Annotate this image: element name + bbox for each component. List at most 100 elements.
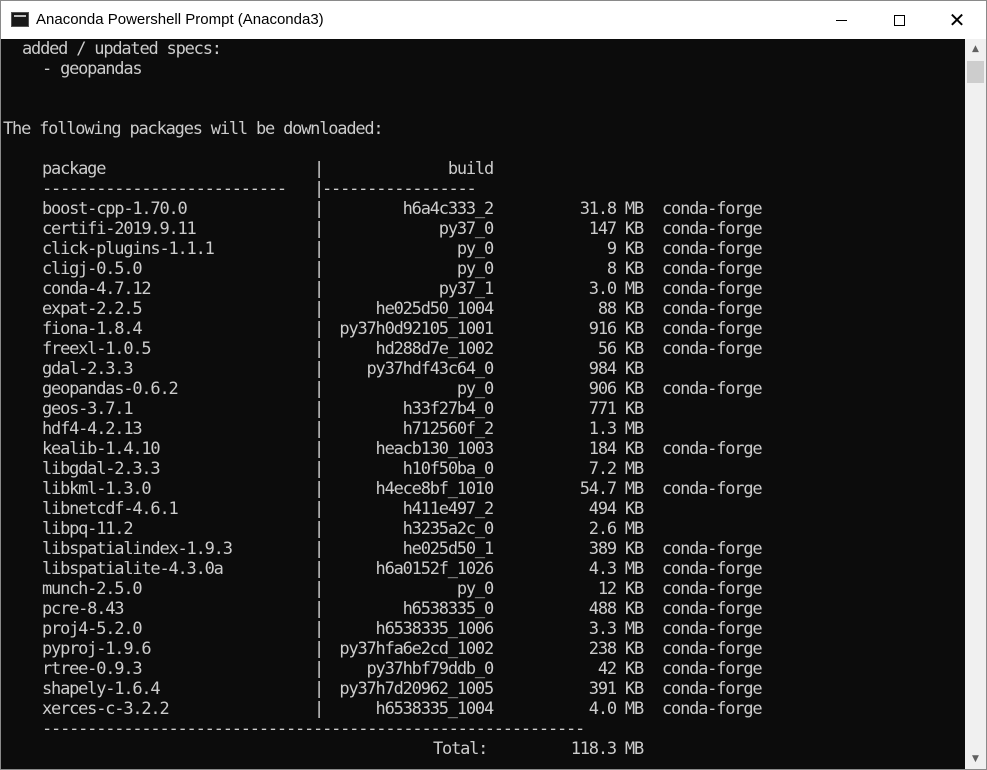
package-size: 9 KB: [606, 239, 644, 259]
column-header-package: package: [42, 159, 106, 179]
package-channel: conda-forge: [662, 219, 763, 239]
package-build: h6538335_1004: [375, 699, 495, 719]
package-name: pcre-8.43: [42, 599, 125, 619]
package-channel: conda-forge: [662, 699, 763, 719]
close-button[interactable]: ✕: [928, 1, 986, 39]
package-channel: conda-forge: [662, 299, 763, 319]
package-build: he025d50_1: [402, 539, 495, 559]
close-icon: ✕: [948, 8, 966, 32]
package-size: 1.3 MB: [588, 419, 644, 439]
chevron-down-icon: ▼: [972, 754, 979, 764]
package-build: h10f50ba_0: [402, 459, 495, 479]
package-name: xerces-c-3.2.2: [42, 699, 170, 719]
package-size: 7.2 MB: [588, 459, 644, 479]
minimize-button[interactable]: [812, 1, 870, 39]
package-size: 56 KB: [597, 339, 644, 359]
package-build: heacb130_1003: [375, 439, 495, 459]
package-channel: conda-forge: [662, 379, 763, 399]
package-size: 4.3 MB: [588, 559, 644, 579]
spec-item: - geopandas: [42, 59, 143, 79]
package-build: py_0: [456, 239, 494, 259]
package-name: rtree-0.9.3: [42, 659, 143, 679]
package-name: libspatialindex-1.9.3: [42, 539, 233, 559]
package-name: geos-3.7.1: [42, 399, 134, 419]
package-build: h6a0152f_1026: [375, 559, 495, 579]
package-build: py37hbf79ddb_0: [366, 659, 495, 679]
maximize-icon: [893, 14, 905, 26]
chevron-up-icon: ▲: [972, 44, 979, 54]
package-channel: conda-forge: [662, 199, 763, 219]
scroll-up-button[interactable]: ▲: [965, 39, 986, 59]
package-build: py37hfa6e2cd_1002: [339, 639, 494, 659]
package-channel: conda-forge: [662, 259, 763, 279]
package-build: py37_0: [438, 219, 494, 239]
package-channel: conda-forge: [662, 439, 763, 459]
package-channel: conda-forge: [662, 619, 763, 639]
header-rule-build: -----------------: [322, 179, 477, 199]
total-rule: ----------------------------------------…: [42, 719, 585, 739]
package-size: 4.0 MB: [588, 699, 644, 719]
download-header: The following packages will be downloade…: [3, 119, 384, 139]
package-size: 8 KB: [606, 259, 644, 279]
package-channel: conda-forge: [662, 679, 763, 699]
package-build: h6a4c333_2: [402, 199, 495, 219]
package-channel: conda-forge: [662, 579, 763, 599]
package-name: proj4-5.2.0: [42, 619, 143, 639]
package-name: hdf4-4.2.13: [42, 419, 143, 439]
vertical-scrollbar[interactable]: ▲ ▼: [965, 39, 986, 769]
console-window: Anaconda Powershell Prompt (Anaconda3) ✕…: [0, 0, 987, 770]
package-name: expat-2.2.5: [42, 299, 143, 319]
package-channel: conda-forge: [662, 479, 763, 499]
package-name: conda-4.7.12: [42, 279, 152, 299]
package-channel: conda-forge: [662, 239, 763, 259]
maximize-button[interactable]: [870, 1, 928, 39]
package-name: kealib-1.4.10: [42, 439, 161, 459]
package-name: pyproj-1.9.6: [42, 639, 152, 659]
package-name: libspatialite-4.3.0a: [42, 559, 224, 579]
console-output[interactable]: added / updated specs: - geopandas The f…: [1, 39, 965, 769]
package-build: h6538335_0: [402, 599, 495, 619]
package-name: libkml-1.3.0: [42, 479, 152, 499]
package-name: freexl-1.0.5: [42, 339, 152, 359]
package-size: 3.3 MB: [588, 619, 644, 639]
package-build: h712560f_2: [402, 419, 495, 439]
package-name: gdal-2.3.3: [42, 359, 134, 379]
package-build: h6538335_1006: [375, 619, 495, 639]
package-build: h411e497_2: [402, 499, 495, 519]
package-size: 12 KB: [597, 579, 644, 599]
package-build: py37hdf43c64_0: [366, 359, 495, 379]
header-rule-package: ---------------------------: [42, 179, 287, 199]
package-channel: conda-forge: [662, 559, 763, 579]
scroll-down-button[interactable]: ▼: [965, 749, 986, 769]
package-name: geopandas-0.6.2: [42, 379, 179, 399]
package-channel: conda-forge: [662, 539, 763, 559]
package-size: 984 KB: [588, 359, 644, 379]
package-size: 147 KB: [588, 219, 644, 239]
package-channel: conda-forge: [662, 639, 763, 659]
package-build: hd288d7e_1002: [375, 339, 495, 359]
package-size: 906 KB: [588, 379, 644, 399]
package-name: libgdal-2.3.3: [42, 459, 161, 479]
package-name: libpq-11.2: [42, 519, 134, 539]
package-channel: conda-forge: [662, 339, 763, 359]
package-build: py37_1: [438, 279, 494, 299]
package-size: 238 KB: [588, 639, 644, 659]
package-size: 391 KB: [588, 679, 644, 699]
package-size: 494 KB: [588, 499, 644, 519]
package-size: 54.7 MB: [579, 479, 644, 499]
package-name: fiona-1.8.4: [42, 319, 143, 339]
window-title: Anaconda Powershell Prompt (Anaconda3): [36, 11, 324, 28]
package-size: 42 KB: [597, 659, 644, 679]
package-build: he025d50_1004: [375, 299, 495, 319]
package-name: boost-cpp-1.70.0: [42, 199, 188, 219]
package-build: py37h7d20962_1005: [339, 679, 494, 699]
package-channel: conda-forge: [662, 659, 763, 679]
title-bar[interactable]: Anaconda Powershell Prompt (Anaconda3) ✕: [1, 1, 986, 39]
package-name: click-plugins-1.1.1: [42, 239, 215, 259]
terminal-icon: [11, 12, 29, 27]
package-build: h4ece8bf_1010: [375, 479, 495, 499]
total-value: 118.3 MB: [570, 739, 644, 759]
scroll-thumb[interactable]: [967, 61, 984, 83]
package-build: py_0: [456, 379, 494, 399]
package-size: 488 KB: [588, 599, 644, 619]
